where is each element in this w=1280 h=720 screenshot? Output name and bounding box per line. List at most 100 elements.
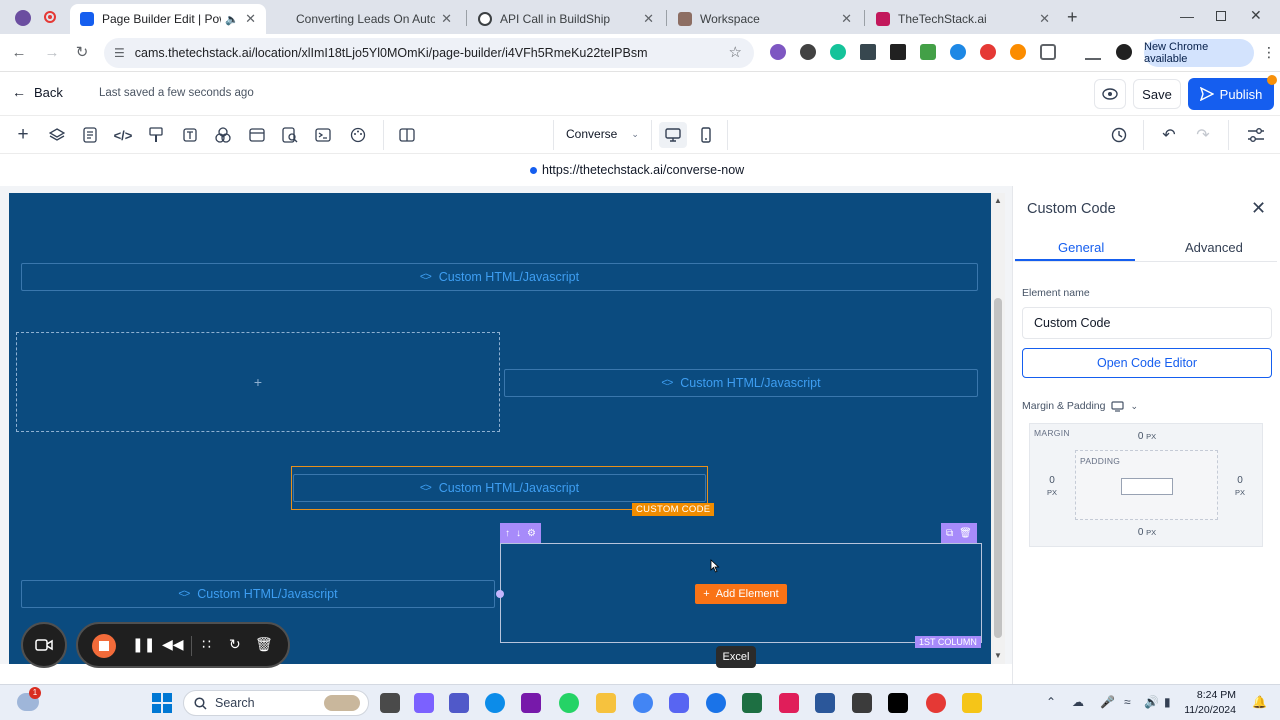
- text-icon[interactable]: [180, 125, 200, 145]
- scroll-thumb[interactable]: [994, 298, 1002, 638]
- custom-html-element[interactable]: <> Custom HTML/Javascript: [504, 369, 978, 397]
- margin-right-value[interactable]: 0 PX: [1226, 475, 1254, 499]
- column-toolbar-right[interactable]: ⧉ 🗑: [941, 523, 977, 543]
- palette-icon[interactable]: [348, 125, 368, 145]
- close-tab-icon[interactable]: ✕: [841, 11, 852, 27]
- mobile-view-button[interactable]: [692, 122, 720, 148]
- profile-avatar-icon[interactable]: [1116, 44, 1132, 60]
- layers-icon[interactable]: [47, 125, 67, 145]
- tiktok-icon[interactable]: [888, 693, 908, 713]
- settings-sliders-icon[interactable]: [1246, 125, 1266, 145]
- restore-icon[interactable]: [1216, 11, 1226, 21]
- wifi-icon[interactable]: ≈: [1124, 695, 1131, 709]
- close-tab-icon[interactable]: ✕: [441, 11, 452, 27]
- microphone-icon[interactable]: 🎤: [1100, 695, 1115, 709]
- tab-general[interactable]: General: [1058, 240, 1104, 255]
- tab-thetechstack[interactable]: TheTechStack.ai ✕: [866, 4, 1060, 34]
- notifications-bell-icon[interactable]: 🔔: [1252, 695, 1267, 709]
- tab-page-builder[interactable]: Page Builder Edit | Powerho 🔈 ✕: [70, 4, 266, 34]
- empty-column-placeholder[interactable]: +: [16, 332, 500, 432]
- site-info-icon[interactable]: ☰: [114, 46, 125, 60]
- close-tab-icon[interactable]: ✕: [643, 11, 654, 27]
- volume-icon[interactable]: 🔊: [1144, 695, 1159, 709]
- task-view-icon[interactable]: [380, 693, 400, 713]
- download-icon[interactable]: [1085, 44, 1101, 60]
- padding-input[interactable]: [1121, 478, 1173, 495]
- extensions-puzzle-icon[interactable]: [1040, 44, 1056, 60]
- trash-icon[interactable]: 🗑: [959, 528, 972, 539]
- tray-overflow-icon[interactable]: ⌃: [1046, 695, 1056, 709]
- gear-icon[interactable]: ⚙: [527, 528, 536, 539]
- chrome-menu-icon[interactable]: ⋮: [1262, 44, 1276, 61]
- chrome-profile-icon[interactable]: [706, 693, 726, 713]
- taskbar-clock[interactable]: 8:24 PM 11/20/2024: [1180, 688, 1236, 718]
- battery-icon[interactable]: ▮: [1164, 695, 1171, 709]
- new-tab-icon[interactable]: +: [1067, 7, 1078, 28]
- margin-bottom-value[interactable]: 0 PX: [1126, 527, 1168, 538]
- page-selector-dropdown[interactable]: Converse ⌄: [566, 127, 639, 141]
- extension-8-icon[interactable]: [980, 44, 996, 60]
- move-up-icon[interactable]: ↑: [505, 528, 510, 539]
- chrome-icon[interactable]: [633, 693, 653, 713]
- file-explorer-icon[interactable]: [596, 693, 616, 713]
- column-toolbar-left[interactable]: ↑ ↓ ⚙: [500, 523, 541, 543]
- open-code-editor-button[interactable]: Open Code Editor: [1022, 348, 1272, 378]
- recorder-app-icon[interactable]: [926, 693, 946, 713]
- whatsapp-icon[interactable]: [559, 693, 579, 713]
- column-resize-handle[interactable]: [496, 590, 504, 598]
- extension-1-icon[interactable]: [770, 44, 786, 60]
- reload-icon[interactable]: ↻: [71, 42, 93, 64]
- tab-workspace[interactable]: Workspace ✕: [668, 4, 862, 34]
- split-view-icon[interactable]: [397, 125, 417, 145]
- custom-html-element-selected[interactable]: <> Custom HTML/Javascript: [293, 474, 706, 502]
- eyedropper-icon[interactable]: [860, 44, 876, 60]
- duplicate-icon[interactable]: ⧉: [946, 528, 953, 539]
- slack-icon[interactable]: [779, 693, 799, 713]
- add-element-icon[interactable]: +: [13, 124, 33, 145]
- move-down-icon[interactable]: ↓: [516, 528, 521, 539]
- tab-api-call[interactable]: API Call in BuildShip ✕: [468, 4, 664, 34]
- extension-6-icon[interactable]: [920, 44, 936, 60]
- publish-button[interactable]: Publish: [1188, 78, 1274, 110]
- back-button[interactable]: ← Back: [12, 84, 63, 100]
- excel-icon[interactable]: [742, 693, 762, 713]
- back-arrow-icon[interactable]: ←: [8, 42, 30, 64]
- close-window-icon[interactable]: ✕: [1250, 7, 1262, 24]
- tab-advanced[interactable]: Advanced: [1185, 240, 1243, 255]
- preview-url[interactable]: https://thetechstack.ai/converse-now: [530, 163, 744, 177]
- grid-icon[interactable]: ∷: [202, 636, 211, 653]
- chevron-down-icon[interactable]: ⌄: [1130, 401, 1138, 412]
- onedrive-icon[interactable]: ☁: [1072, 695, 1084, 709]
- margin-top-value[interactable]: 0 PX: [1126, 431, 1168, 442]
- extension-7-icon[interactable]: [950, 44, 966, 60]
- section-icon[interactable]: [247, 125, 267, 145]
- redo-icon[interactable]: ↷: [1193, 125, 1213, 145]
- page-canvas[interactable]: <> Custom HTML/Javascript + <> Custom HT…: [9, 193, 991, 664]
- add-element-button[interactable]: + Add Element: [695, 584, 787, 604]
- url-omnibox[interactable]: ☰ cams.thetechstack.ai/location/xlImI18t…: [104, 38, 754, 68]
- terminal-icon[interactable]: [313, 125, 333, 145]
- recorder-camera-button[interactable]: [21, 622, 67, 668]
- restart-icon[interactable]: ↻: [229, 636, 241, 653]
- minimize-icon[interactable]: —: [1180, 8, 1194, 24]
- close-tab-icon[interactable]: ✕: [245, 11, 256, 27]
- close-tab-icon[interactable]: ✕: [1039, 11, 1050, 27]
- extension-5-icon[interactable]: [890, 44, 906, 60]
- tab-converting-leads[interactable]: Converting Leads On Autopilot ✕: [286, 4, 462, 34]
- grammarly-icon[interactable]: [830, 44, 846, 60]
- new-chrome-available-button[interactable]: New Chrome available: [1144, 39, 1254, 67]
- code-icon[interactable]: </>: [113, 125, 133, 145]
- copilot-icon[interactable]: [414, 693, 434, 713]
- custom-html-element[interactable]: <> Custom HTML/Javascript: [21, 580, 495, 608]
- pause-icon[interactable]: ❚❚: [132, 636, 155, 653]
- element-name-input[interactable]: Custom Code: [1022, 307, 1272, 339]
- custom-html-element[interactable]: <> Custom HTML/Javascript: [21, 263, 978, 291]
- word-icon[interactable]: [815, 693, 835, 713]
- forward-arrow-icon[interactable]: →: [41, 42, 63, 64]
- stop-recording-button[interactable]: [92, 634, 116, 658]
- rewind-icon[interactable]: ◀◀: [162, 636, 184, 653]
- undo-icon[interactable]: ↶: [1159, 125, 1179, 145]
- trash-icon[interactable]: 🗑: [255, 636, 273, 653]
- form-search-icon[interactable]: [280, 125, 300, 145]
- pages-icon[interactable]: [80, 125, 100, 145]
